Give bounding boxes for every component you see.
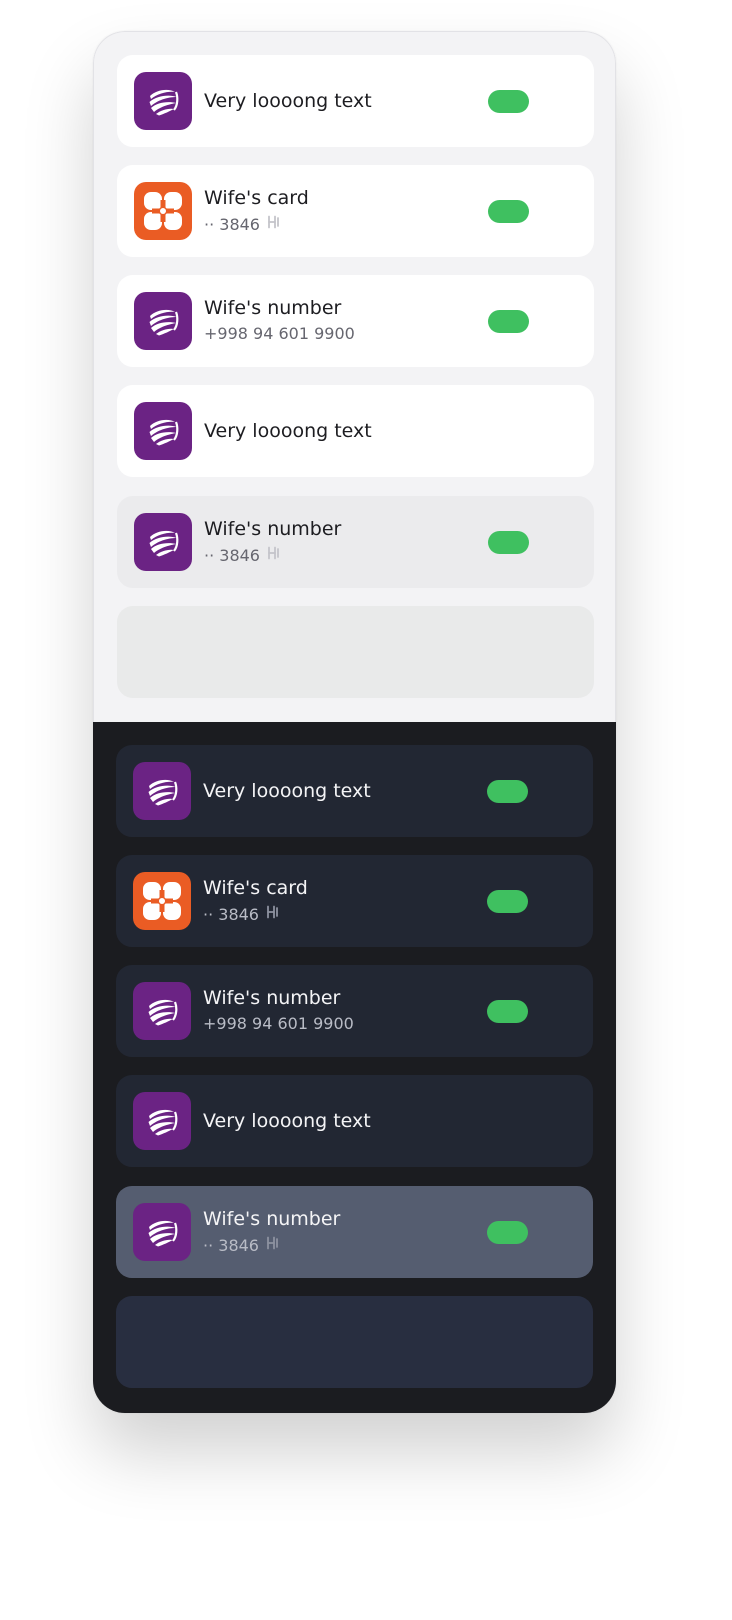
- list-item-subtitle: ·· 3846: [204, 214, 282, 235]
- list-item[interactable]: Wife's card ·· 3846: [117, 165, 594, 257]
- list-item-title: Wife's number: [204, 518, 342, 540]
- toggle-switch[interactable]: [488, 200, 529, 223]
- dark-theme-section: Very loooong text Wife's card ·· 3846 Wi…: [93, 722, 616, 1413]
- ucell-logo-icon: [134, 292, 192, 350]
- humo-chip-icon: [266, 545, 282, 566]
- list-item-subtitle: +998 94 601 9900: [203, 1014, 354, 1034]
- theme-preview-frame: Very loooong text Wife's card ·· 3846 Wi…: [93, 31, 616, 1413]
- list-item-title: Wife's number: [203, 1208, 341, 1230]
- list-item[interactable]: Very loooong text: [117, 55, 594, 147]
- phone-number: +998 94 601 9900: [204, 324, 355, 343]
- humo-logo-icon: [133, 872, 191, 930]
- toggle-switch[interactable]: [487, 1221, 528, 1244]
- humo-logo-icon: [134, 182, 192, 240]
- humo-chip-icon: [266, 214, 282, 235]
- toggle-switch[interactable]: [487, 780, 528, 803]
- ucell-logo-icon: [134, 72, 192, 130]
- light-theme-section: Very loooong text Wife's card ·· 3846 Wi…: [93, 31, 616, 722]
- card-mask: ·· 3846: [204, 545, 260, 565]
- list-item-title: Wife's card: [203, 877, 308, 899]
- ucell-logo-icon: [133, 1092, 191, 1150]
- ucell-logo-icon: [134, 513, 192, 571]
- card-mask: ·· 3846: [203, 1235, 259, 1255]
- ucell-logo-icon: [133, 1203, 191, 1261]
- humo-chip-icon: [265, 904, 281, 925]
- ucell-logo-icon: [133, 982, 191, 1040]
- card-mask: ·· 3846: [204, 214, 260, 234]
- list-item-title: Wife's number: [203, 987, 341, 1009]
- list-item[interactable]: Very loooong text: [117, 385, 594, 477]
- list-item-hover[interactable]: Wife's number ·· 3846: [117, 496, 594, 588]
- toggle-switch[interactable]: [487, 890, 528, 913]
- humo-chip-icon: [265, 1235, 281, 1256]
- card-mask: ·· 3846: [203, 904, 259, 924]
- list-item-disabled: [116, 1296, 593, 1388]
- list-item-title: Very loooong text: [203, 780, 371, 802]
- list-item[interactable]: Wife's number +998 94 601 9900: [117, 275, 594, 367]
- ucell-logo-icon: [134, 402, 192, 460]
- list-item-title: Wife's card: [204, 187, 309, 209]
- list-item[interactable]: Wife's card ·· 3846: [116, 855, 593, 947]
- list-item[interactable]: Wife's number +998 94 601 9900: [116, 965, 593, 1057]
- list-item-subtitle: ·· 3846: [204, 545, 282, 566]
- list-item-subtitle: +998 94 601 9900: [204, 324, 355, 344]
- toggle-switch[interactable]: [488, 90, 529, 113]
- list-item-subtitle: ·· 3846: [203, 904, 281, 925]
- list-item-title: Wife's number: [204, 297, 342, 319]
- list-item[interactable]: Very loooong text: [116, 1075, 593, 1167]
- list-item-subtitle: ·· 3846: [203, 1235, 281, 1256]
- list-item-hover[interactable]: Wife's number ·· 3846: [116, 1186, 593, 1278]
- list-item-title: Very loooong text: [203, 1110, 371, 1132]
- list-item-title: Very loooong text: [204, 420, 372, 442]
- list-item-title: Very loooong text: [204, 90, 372, 112]
- list-item[interactable]: Very loooong text: [116, 745, 593, 837]
- toggle-switch[interactable]: [488, 531, 529, 554]
- list-item-disabled: [117, 606, 594, 698]
- ucell-logo-icon: [133, 762, 191, 820]
- toggle-switch[interactable]: [487, 1000, 528, 1023]
- toggle-switch[interactable]: [488, 310, 529, 333]
- phone-number: +998 94 601 9900: [203, 1014, 354, 1033]
